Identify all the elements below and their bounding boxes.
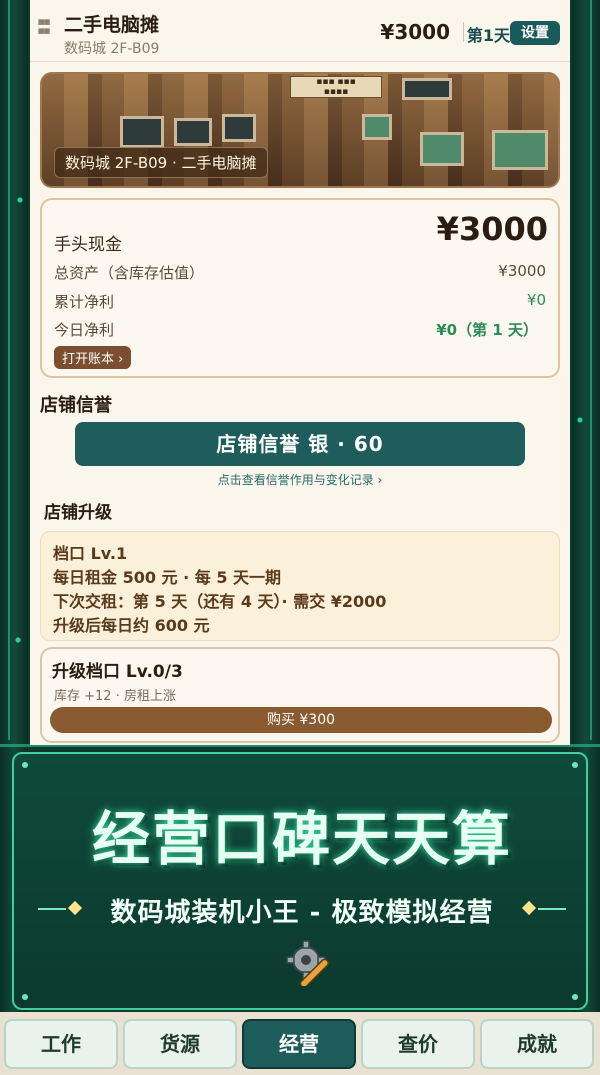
daily-rent: 每日租金 500 元 · 每 5 天一期 xyxy=(53,568,282,587)
today-profit-label: 今日净利 xyxy=(54,321,115,339)
bottom-tab-bar: 工作 货源 经营 查价 成就 xyxy=(0,1012,600,1075)
decor-dot xyxy=(22,762,28,768)
buy-upgrade-button[interactable]: 购买 ¥300 xyxy=(50,707,552,733)
promo-title: 经营口碑天天算 xyxy=(91,805,512,873)
tab-business[interactable]: 经营 xyxy=(242,1019,356,1069)
reputation-details-link[interactable]: 点击查看信誉作用与变化记录 › xyxy=(30,471,570,488)
cumulative-profit-value: ¥0 xyxy=(526,291,546,309)
monitor-illustration xyxy=(492,130,548,170)
monitor-illustration xyxy=(420,132,464,166)
decor-line-right xyxy=(538,908,566,910)
settings-button[interactable]: 设置 xyxy=(510,21,560,45)
tab-sourcing[interactable]: 货源 xyxy=(123,1019,237,1069)
gear-wrench-icon xyxy=(286,940,330,986)
top-header: ▦▦ ▦▦ 二手电脑摊 数码城 2F-B09 ¥3000 第1天 设置 xyxy=(30,0,570,62)
upgrade-card: 升级档口 Lv.0/3 库存 +12 · 房租上涨 购买 ¥300 xyxy=(40,647,560,743)
decor-dot xyxy=(22,994,28,1000)
tab-achievements[interactable]: 成就 xyxy=(480,1019,594,1069)
frame-trace-right xyxy=(590,0,592,740)
tab-price-check[interactable]: 查价 xyxy=(361,1019,475,1069)
frame-trace-left xyxy=(8,0,10,740)
today-profit-value: ¥0（第 1 天） xyxy=(436,321,538,339)
decor-dot xyxy=(572,762,578,768)
monitor-illustration xyxy=(120,116,164,148)
monitor-illustration xyxy=(362,114,392,140)
promo-banner: 经营口碑天天算 数码城装机小王 - 极致模拟经营 xyxy=(12,752,588,1010)
next-rent-payment: 下次交租：第 5 天（还有 4 天）· 需交 ¥2000 xyxy=(53,592,387,611)
rent-after-upgrade: 升级后每日约 600 元 xyxy=(53,616,210,635)
monitor-illustration xyxy=(222,114,256,142)
reputation-section-title: 店铺信誉 xyxy=(40,395,112,416)
total-assets-label: 总资产（含库存估值） xyxy=(54,264,205,282)
cumulative-profit-label: 累计净利 xyxy=(54,293,115,311)
stall-level: 档口 Lv.1 xyxy=(53,544,128,563)
reputation-bar[interactable]: 店铺信誉 银 · 60 xyxy=(75,422,525,466)
total-assets-value: ¥3000 xyxy=(498,262,546,280)
finance-card[interactable]: 手头现金 ¥3000 总资产（含库存估值） ¥3000 累计净利 ¥0 今日净利… xyxy=(40,198,560,378)
upgrade-card-title: 升级档口 Lv.0/3 xyxy=(52,662,183,682)
open-ledger-button[interactable]: 打开账本 › xyxy=(54,346,132,369)
banner-caption: 数码城 2F-B09 · 二手电脑摊 xyxy=(54,147,268,178)
shop-title: 二手电脑摊 xyxy=(64,14,160,36)
cash-label: 手头现金 xyxy=(54,235,122,255)
monitor-illustration xyxy=(174,118,212,146)
cash-value: ¥3000 xyxy=(436,210,548,248)
upgrade-card-desc: 库存 +12 · 房租上涨 xyxy=(54,689,176,704)
day-counter: 第1天 xyxy=(466,26,510,45)
stall-sign-illustration: ▪▪▪ ▪▪▪ ▪▪▪▪ xyxy=(290,76,382,98)
monitor-illustration xyxy=(402,78,452,100)
tab-work[interactable]: 工作 xyxy=(4,1019,118,1069)
shop-logo-icon: ▦▦ ▦▦ xyxy=(38,18,50,35)
shop-location: 数码城 2F-B09 xyxy=(64,41,160,57)
shop-banner-illustration: ▪▪▪ ▪▪▪ ▪▪▪▪ 数码城 2F-B09 · 二手电脑摊 xyxy=(40,72,560,188)
game-screen: ▦▦ ▦▦ 二手电脑摊 数码城 2F-B09 ¥3000 第1天 设置 ▪▪▪ ▪… xyxy=(30,0,570,745)
header-divider xyxy=(463,22,464,42)
decor-dot xyxy=(572,994,578,1000)
upgrade-section-title: 店铺升级 xyxy=(44,503,112,523)
header-cash: ¥3000 xyxy=(380,20,450,44)
promo-subtitle: 数码城装机小王 - 极致模拟经营 xyxy=(110,898,494,928)
stall-info-card: 档口 Lv.1 每日租金 500 元 · 每 5 天一期 下次交租：第 5 天（… xyxy=(40,531,560,641)
